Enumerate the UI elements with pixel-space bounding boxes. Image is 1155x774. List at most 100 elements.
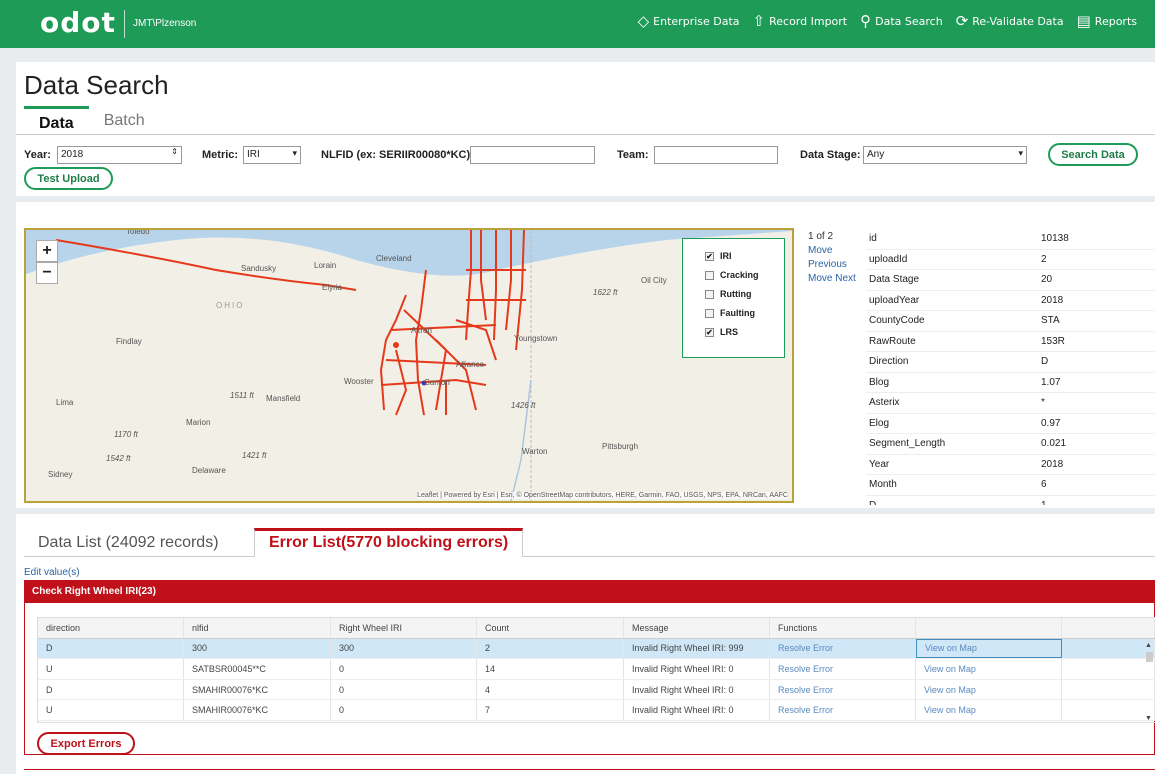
view-on-map-link[interactable]: View on Map	[916, 700, 1062, 720]
nav-item-record-import[interactable]: ⇧ Record Import	[753, 14, 848, 29]
map-view[interactable]: + − ✔ IRI Cracking Rutting Faulting ✔ LRS Leaf…	[24, 228, 794, 503]
table-cell	[1062, 679, 1155, 700]
search-icon: ⚲	[860, 12, 872, 30]
detail-key: id	[869, 233, 877, 245]
map-canvas[interactable]	[26, 230, 792, 501]
view-on-map-link[interactable]: View on Map	[916, 638, 1062, 659]
legend-label: Faulting	[720, 308, 755, 318]
table-cell: D	[38, 679, 184, 700]
detail-row: uploadYear 2018	[866, 291, 1155, 311]
river	[510, 379, 532, 501]
table-cell: 4	[477, 679, 624, 700]
legend-item-cracking[interactable]: Cracking	[705, 270, 759, 280]
edit-values-link[interactable]: Edit value(s)	[24, 567, 80, 578]
diamond-icon: ◇	[637, 12, 650, 30]
legend-label: Cracking	[720, 270, 759, 280]
table-row[interactable]: U SMAHIR00076*KC 0 7 Invalid Right Wheel IRI…	[38, 700, 1155, 721]
table-row[interactable]: D SMAHIR00076*KC 0 4 Invalid Right Wheel IRI…	[38, 679, 1155, 701]
data-stage-label: Data Stage:	[800, 149, 861, 161]
checkbox[interactable]: ✔	[705, 251, 714, 261]
column-header[interactable]: nlfid	[184, 618, 331, 638]
nlfid-input[interactable]	[470, 146, 595, 164]
year-input[interactable]: 2018 ⇕	[57, 146, 182, 164]
resolve-error-link[interactable]: Resolve Error	[770, 659, 916, 679]
team-input[interactable]	[654, 146, 778, 164]
detail-key: CountyCode	[869, 315, 925, 327]
table-row[interactable]: U SATBSR00045**C 0 14 Invalid Right Wheel IR…	[38, 659, 1155, 680]
scroll-thumb[interactable]	[1146, 652, 1153, 662]
table-cell: SMAHIR00076*KC	[184, 700, 331, 720]
detail-key: Blog	[869, 376, 890, 388]
detail-row: id 10138	[866, 229, 1155, 250]
move-next-link[interactable]: Move Next	[808, 272, 856, 286]
map-label: Canton	[424, 378, 450, 387]
map-label: Toledo	[126, 228, 150, 236]
view-on-map-link[interactable]: View on Map	[916, 679, 1062, 700]
resolve-error-link[interactable]: Resolve Error	[770, 679, 916, 700]
map-label: 1542 ft	[106, 454, 131, 463]
export-errors-button[interactable]: Export Errors	[37, 732, 135, 755]
grid-scrollbar[interactable]: ▲ ▼	[1145, 642, 1155, 722]
legend-item-rutting[interactable]: Rutting	[705, 289, 752, 299]
map-label: Lorain	[314, 261, 337, 270]
logo-separator	[124, 10, 125, 38]
resolve-error-link[interactable]: Resolve Error	[770, 700, 916, 720]
checkbox[interactable]: ✔	[705, 327, 714, 337]
column-header[interactable]: Message	[624, 618, 770, 638]
error-panel: Check Right Wheel IRI(23) direction nlfid…	[24, 580, 1155, 755]
resolve-error-link[interactable]: Resolve Error	[770, 638, 916, 659]
view-on-map-link[interactable]: View on Map	[916, 659, 1062, 679]
nav-item-enterprise-data[interactable]: ◇ Enterprise Data	[638, 14, 740, 29]
odot-logo[interactable]: odot	[40, 6, 116, 39]
column-header[interactable]: Functions	[770, 618, 916, 638]
checkbox[interactable]	[705, 289, 714, 299]
zoom-in-button[interactable]: +	[36, 240, 58, 262]
legend-item-faulting[interactable]: Faulting	[705, 308, 755, 318]
map-label: Mansfield	[266, 394, 301, 403]
tab-error-list[interactable]: Error List(5770 blocking errors)	[254, 528, 524, 557]
map-label: Alliance	[456, 360, 485, 369]
metric-select[interactable]: IRI	[243, 146, 301, 164]
map-label: Warton	[522, 447, 548, 456]
data-stage-select[interactable]: Any	[863, 146, 1027, 164]
table-cell: 14	[477, 659, 624, 679]
move-previous-link[interactable]: Previous	[808, 258, 856, 272]
map-label: 1426 ft	[511, 401, 536, 410]
scroll-down-icon[interactable]: ▼	[1145, 715, 1152, 722]
column-header[interactable]: Right Wheel IRI	[331, 618, 477, 638]
checkbox[interactable]	[705, 308, 714, 318]
detail-value: D	[1041, 356, 1049, 368]
zoom-out-button[interactable]: −	[36, 262, 58, 284]
tab-data-list[interactable]: Data List (24092 records)	[24, 528, 233, 557]
nlfid-label: NLFID (ex: SERIIR00080*KC):	[321, 149, 474, 161]
detail-key: Asterix	[869, 397, 900, 409]
map-label: 1170 ft	[114, 430, 138, 439]
legend-label: IRI	[720, 251, 732, 261]
move-prefix[interactable]: Move	[808, 244, 856, 258]
map-label: 1421 ft	[242, 451, 267, 460]
search-data-button[interactable]: Search Data	[1048, 143, 1138, 166]
nav-item-re-validate-data[interactable]: ⟳ Re-Validate Data	[956, 14, 1064, 29]
legend-item-iri[interactable]: ✔ IRI	[705, 251, 732, 261]
column-header[interactable]	[916, 618, 1062, 638]
column-header[interactable]: Count	[477, 618, 624, 638]
checkbox[interactable]	[705, 270, 714, 280]
column-header[interactable]	[1062, 618, 1155, 638]
nav-item-reports[interactable]: ▤ Reports	[1077, 14, 1137, 29]
nav-item-data-search[interactable]: ⚲ Data Search	[860, 14, 943, 29]
detail-row: CountyCode STA	[866, 311, 1155, 332]
legend-item-lrs[interactable]: ✔ LRS	[705, 327, 738, 337]
map-label: Oil City	[641, 276, 667, 285]
scroll-up-icon[interactable]: ▲	[1145, 642, 1152, 649]
detail-value: 2	[1041, 253, 1047, 265]
table-cell: 300	[184, 638, 331, 659]
detail-row: Month 6	[866, 475, 1155, 496]
column-header[interactable]: direction	[38, 618, 184, 638]
error-panel-title[interactable]: Check Right Wheel IRI(23)	[25, 581, 1154, 603]
test-upload-button[interactable]: Test Upload	[24, 167, 113, 190]
nav-item-label: Record Import	[769, 15, 848, 28]
section-divider	[16, 196, 1155, 202]
nav-item-label: Reports	[1094, 15, 1137, 28]
table-row[interactable]: D 300 300 2 Invalid Right Wheel IRI: 999 Reso…	[38, 638, 1155, 660]
spinner-icon[interactable]: ⇕	[171, 147, 178, 156]
